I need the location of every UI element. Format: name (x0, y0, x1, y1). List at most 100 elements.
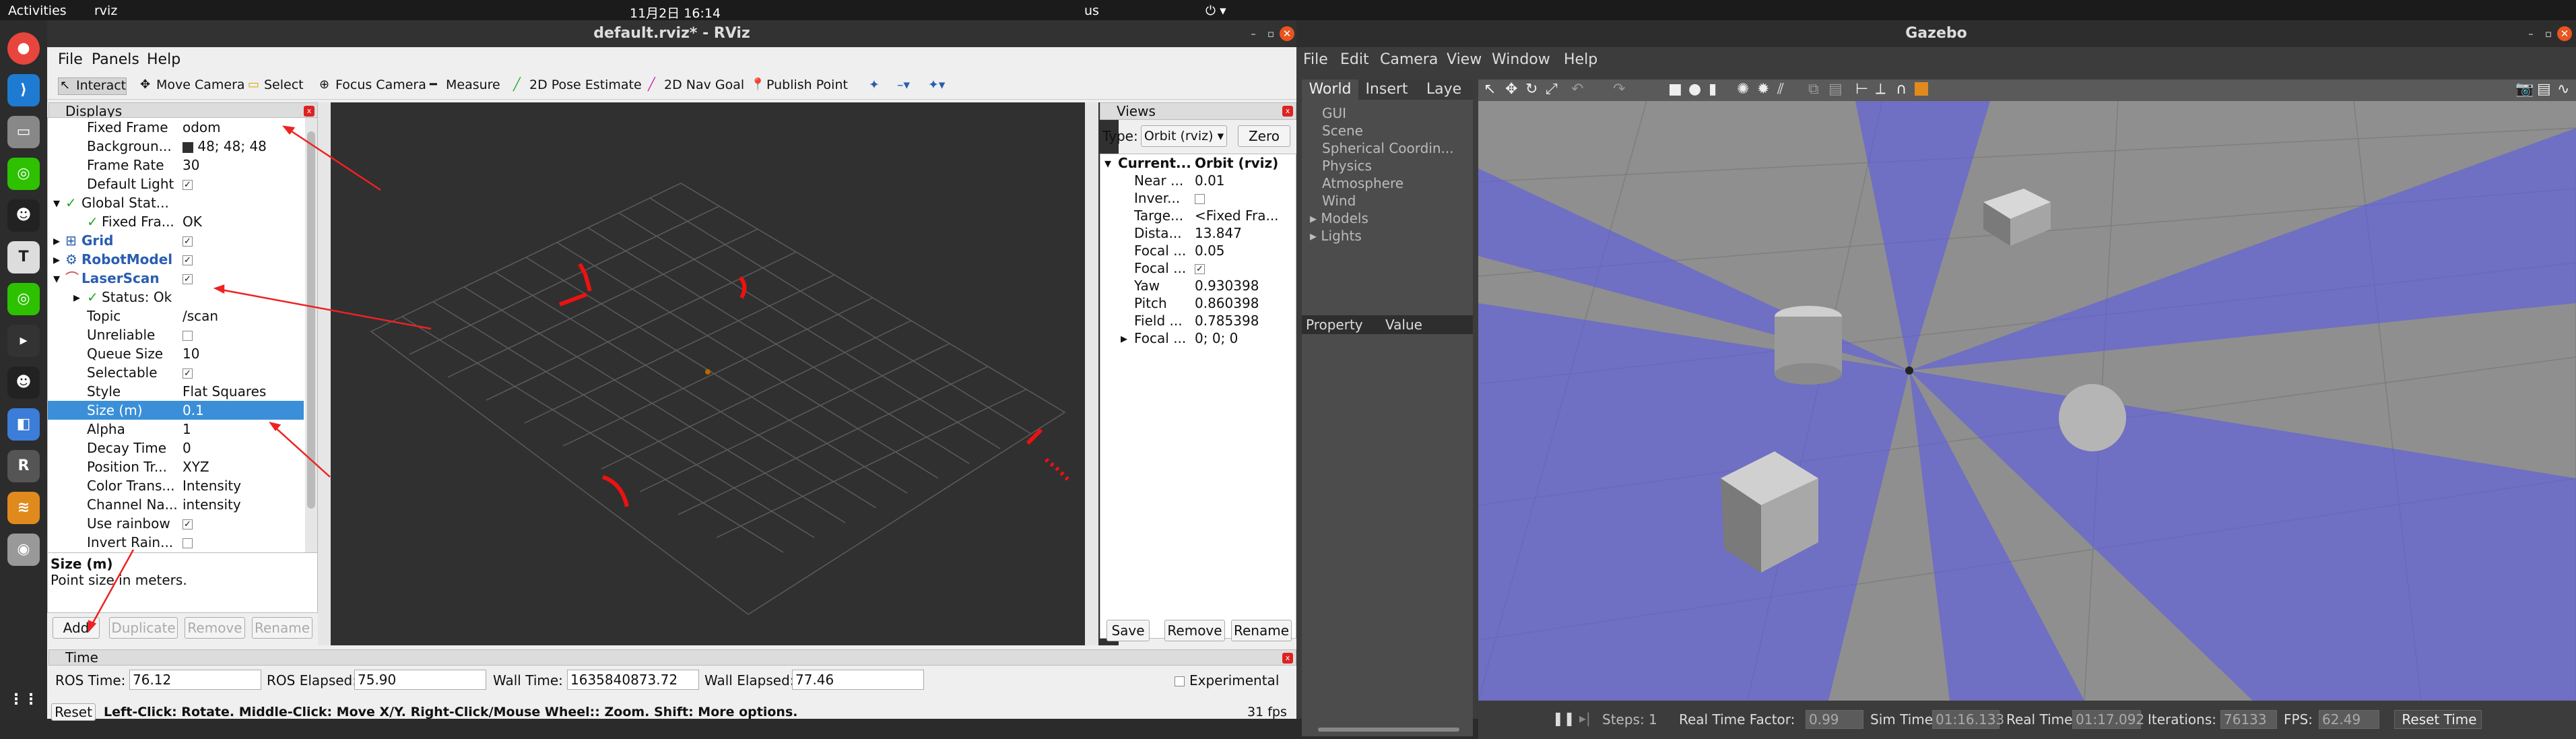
minimize-icon[interactable]: – (2523, 26, 2538, 41)
rviz-icon[interactable]: R (7, 450, 40, 482)
copy-icon[interactable]: ⧉ (1808, 81, 1819, 98)
checkbox[interactable]: ✓ (183, 368, 193, 379)
box-shape-icon[interactable]: ■ (1668, 81, 1682, 98)
menu-edit[interactable]: Edit (1340, 51, 1369, 68)
add-tool-icon[interactable]: ✦ (869, 77, 880, 95)
view-type-select[interactable]: Orbit (rviz) ▾ (1141, 125, 1227, 147)
world-item-scene[interactable]: Scene (1322, 123, 1363, 139)
world-item-physics[interactable]: Physics (1322, 158, 1372, 174)
remove-view-button[interactable]: Remove (1164, 620, 1225, 641)
undo-icon[interactable]: ↶ (1571, 81, 1583, 98)
app-menu[interactable]: rviz (94, 3, 117, 18)
checkbox[interactable] (183, 331, 193, 341)
item-grid[interactable]: ▸ ⊞ Grid ✓ (48, 231, 304, 250)
pause-icon[interactable]: ❚❚ (1552, 710, 1575, 726)
view-current[interactable]: ▾ Current... Orbit (rviz) (1100, 154, 1297, 172)
rotate-mode-icon[interactable]: ↻ (1525, 81, 1538, 98)
terminal-icon[interactable]: ▸ (7, 325, 40, 357)
item-fixed-frame-status[interactable]: ✓ Fixed Fra... OK (48, 212, 304, 231)
close-panel-icon[interactable]: x (304, 106, 315, 117)
menu-file[interactable]: File (1303, 51, 1328, 68)
prop-alpha[interactable]: Alpha 1 (48, 420, 304, 439)
prop-default-light[interactable]: Default Light ✓ (48, 174, 304, 193)
files-icon[interactable]: ▭ (7, 116, 40, 148)
wall-time-field[interactable]: 1635840873.72 (567, 670, 699, 690)
expand-icon[interactable]: ▸ (53, 231, 60, 250)
close-panel-icon[interactable]: x (1282, 106, 1293, 117)
tab-layers[interactable]: Laye (1415, 79, 1473, 100)
prop-background[interactable]: Backgroun... 48; 48; 48 (48, 137, 304, 156)
duplicate-button[interactable]: Duplicate (109, 617, 178, 639)
rename-view-button[interactable]: Rename (1231, 620, 1292, 641)
checkbox[interactable]: ✓ (183, 519, 193, 529)
power-icon[interactable]: ⏻ ▾ (1206, 3, 1226, 18)
clock[interactable]: 11月2日 16:14 (630, 3, 721, 22)
prop-unreliable[interactable]: Unreliable (48, 325, 304, 344)
close-icon[interactable]: ✕ (1280, 26, 1294, 41)
remove-tool-icon[interactable]: –▾ (897, 77, 910, 95)
checkbox[interactable]: ✓ (1195, 264, 1205, 274)
sphere-shape-icon[interactable]: ● (1688, 81, 1701, 98)
world-item-wind[interactable]: Wind (1322, 193, 1356, 209)
world-item-gui[interactable]: GUI (1322, 105, 1346, 121)
view-focal-shape-fixed[interactable]: Focal ... ✓ (1100, 259, 1297, 277)
prop-selectable[interactable]: Selectable ✓ (48, 363, 304, 382)
world-item-spherical-coordinates[interactable]: Spherical Coordin... (1322, 140, 1454, 156)
prop-style[interactable]: Style Flat Squares (48, 382, 304, 401)
directional-light-icon[interactable]: ⫽ (1777, 81, 1784, 98)
scale-mode-icon[interactable]: ⤢ (1546, 81, 1558, 98)
view-focal-point[interactable]: ▸ Focal ... 0; 0; 0 (1100, 329, 1297, 347)
expand-icon[interactable]: ▾ (1104, 154, 1111, 172)
save-view-button[interactable]: Save (1107, 620, 1150, 641)
tool-interact[interactable]: ↖ Interact (58, 77, 127, 95)
menu-help[interactable]: Help (1564, 51, 1597, 68)
tab-insert[interactable]: Insert (1358, 79, 1415, 100)
view-focal-shape-size[interactable]: Focal ... 0.05 (1100, 242, 1297, 259)
world-item-models[interactable]: ▸ Models (1310, 210, 1368, 226)
input-method[interactable]: us (1084, 3, 1099, 18)
paste-icon[interactable]: ▤ (1828, 81, 1843, 98)
wechat-icon[interactable]: ◎ (7, 158, 40, 190)
align-icon[interactable]: ⊢ (1855, 81, 1868, 98)
splitter-left[interactable] (318, 102, 331, 645)
expand-icon[interactable]: ▸ (53, 250, 60, 269)
prop-color-transformer[interactable]: Color Trans... Intensity (48, 476, 304, 495)
checkbox[interactable]: ✓ (183, 255, 193, 265)
tool-publish-point[interactable]: 📍 Publish Point (749, 77, 848, 95)
tool-properties-icon[interactable]: ✦▾ (928, 77, 945, 95)
prop-size[interactable]: Size (m) 0.1 (48, 401, 304, 420)
scrollbar-thumb[interactable] (307, 131, 315, 509)
expand-icon[interactable]: ▸ (1121, 329, 1127, 347)
prop-fixed-frame[interactable]: Fixed Frame odom (48, 118, 304, 137)
rename-button[interactable]: Rename (252, 617, 312, 639)
view-invert-z[interactable]: Inver... (1100, 189, 1297, 207)
expand-icon[interactable]: ▸ (73, 288, 80, 307)
chrome-icon[interactable]: ● (7, 32, 40, 65)
tool-2d-pose-estimate[interactable]: ╱ 2D Pose Estimate (512, 77, 642, 95)
prop-channel-name[interactable]: Channel Na... intensity (48, 495, 304, 514)
expand-icon[interactable]: ▸ (1310, 228, 1321, 244)
redo-icon[interactable]: ↷ (1613, 81, 1625, 98)
reset-button[interactable]: Reset (51, 703, 96, 721)
prop-topic[interactable]: Topic/scan (48, 307, 304, 325)
world-item-lights[interactable]: ▸ Lights (1310, 228, 1362, 244)
remove-button[interactable]: Remove (185, 617, 245, 639)
checkbox[interactable]: ✓ (183, 274, 193, 284)
menu-file[interactable]: File (58, 51, 83, 68)
screenshot-icon[interactable]: 📷 (2515, 81, 2534, 98)
maximize-icon[interactable]: ▫ (1263, 26, 1278, 41)
step-icon[interactable]: ▸| (1579, 710, 1591, 726)
checkbox[interactable]: ✓ (183, 236, 193, 247)
tab-world[interactable]: World (1302, 79, 1358, 100)
tool-select[interactable]: ▭ Select (246, 77, 304, 95)
expand-icon[interactable]: ▸ (1310, 210, 1321, 226)
checkbox[interactable]: ✓ (183, 180, 193, 190)
reset-time-button[interactable]: Reset Time (2394, 710, 2482, 729)
prop-use-rainbow[interactable]: Use rainbow ✓ (48, 514, 304, 533)
wechat-icon-2[interactable]: ◎ (7, 283, 40, 315)
activities-button[interactable]: Activities (8, 3, 67, 18)
app-icon[interactable]: ◧ (7, 408, 40, 441)
horizontal-scrollbar[interactable] (1318, 728, 1459, 732)
change-view-icon[interactable] (1915, 82, 1928, 96)
qq-icon-2[interactable]: ☻ (7, 366, 40, 399)
